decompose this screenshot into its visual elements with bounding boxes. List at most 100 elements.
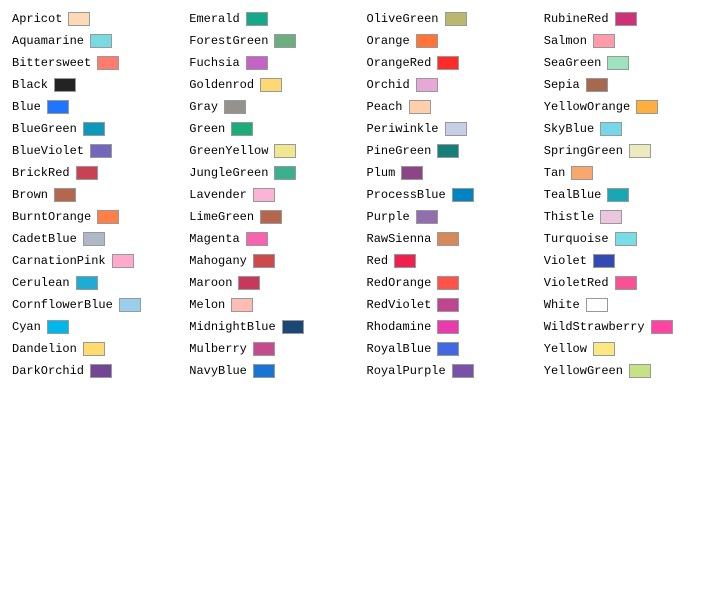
color-name: Brown: [12, 188, 48, 202]
color-name: Rhodamine: [367, 320, 432, 334]
color-item: Gray: [185, 96, 362, 118]
color-item: NavyBlue: [185, 360, 362, 382]
color-swatch: [274, 166, 296, 180]
color-swatch: [253, 188, 275, 202]
color-name: PineGreen: [367, 144, 432, 158]
color-swatch: [90, 34, 112, 48]
color-swatch: [253, 364, 275, 378]
color-name: MidnightBlue: [189, 320, 275, 334]
color-swatch: [238, 276, 260, 290]
color-item: Black: [8, 74, 185, 96]
color-swatch: [445, 12, 467, 26]
color-swatch: [437, 342, 459, 356]
color-swatch: [76, 276, 98, 290]
color-swatch: [416, 34, 438, 48]
color-name: Emerald: [189, 12, 239, 26]
color-item: Bittersweet: [8, 52, 185, 74]
color-item: TealBlue: [540, 184, 717, 206]
color-swatch: [90, 364, 112, 378]
color-swatch: [231, 122, 253, 136]
color-item: Peach: [363, 96, 540, 118]
color-swatch: [97, 210, 119, 224]
color-name: OrangeRed: [367, 56, 432, 70]
color-name: Cerulean: [12, 276, 70, 290]
color-item: Aquamarine: [8, 30, 185, 52]
color-name: TealBlue: [544, 188, 602, 202]
color-name: Bittersweet: [12, 56, 91, 70]
color-item: Green: [185, 118, 362, 140]
color-swatch: [593, 342, 615, 356]
color-swatch: [651, 320, 673, 334]
color-item: BrickRed: [8, 162, 185, 184]
color-name: JungleGreen: [189, 166, 268, 180]
color-name: Fuchsia: [189, 56, 239, 70]
color-swatch: [629, 364, 651, 378]
color-item: OrangeRed: [363, 52, 540, 74]
color-name: SeaGreen: [544, 56, 602, 70]
color-item: Plum: [363, 162, 540, 184]
color-name: WildStrawberry: [544, 320, 645, 334]
color-item: RoyalPurple: [363, 360, 540, 382]
color-item: Dandelion: [8, 338, 185, 360]
color-item: VioletRed: [540, 272, 717, 294]
color-name: RubineRed: [544, 12, 609, 26]
color-swatch: [437, 56, 459, 70]
color-item: Cerulean: [8, 272, 185, 294]
color-swatch: [54, 188, 76, 202]
color-name: Sepia: [544, 78, 580, 92]
color-swatch: [68, 12, 90, 26]
color-swatch: [47, 320, 69, 334]
color-item: BurntOrange: [8, 206, 185, 228]
color-swatch: [607, 188, 629, 202]
color-name: CornflowerBlue: [12, 298, 113, 312]
color-name: BlueViolet: [12, 144, 84, 158]
color-swatch: [97, 56, 119, 70]
color-name: YellowOrange: [544, 100, 630, 114]
color-item: Brown: [8, 184, 185, 206]
color-item: OliveGreen: [363, 8, 540, 30]
color-name: Violet: [544, 254, 587, 268]
color-item: Lavender: [185, 184, 362, 206]
color-swatch: [416, 78, 438, 92]
color-name: Peach: [367, 100, 403, 114]
color-swatch: [416, 210, 438, 224]
color-name: OliveGreen: [367, 12, 439, 26]
color-name: Blue: [12, 100, 41, 114]
color-item: Yellow: [540, 338, 717, 360]
color-name: BrickRed: [12, 166, 70, 180]
color-swatch: [282, 320, 304, 334]
color-name: Plum: [367, 166, 396, 180]
color-item: Violet: [540, 250, 717, 272]
color-column-3: RubineRedSalmonSeaGreenSepiaYellowOrange…: [540, 8, 717, 382]
color-swatch: [54, 78, 76, 92]
color-item: Melon: [185, 294, 362, 316]
color-name: Thistle: [544, 210, 594, 224]
color-swatch: [586, 78, 608, 92]
color-item: Periwinkle: [363, 118, 540, 140]
color-swatch: [452, 364, 474, 378]
color-swatch: [437, 320, 459, 334]
color-swatch: [437, 298, 459, 312]
color-swatch: [593, 254, 615, 268]
color-name: Red: [367, 254, 389, 268]
color-swatch: [600, 210, 622, 224]
color-item: GreenYellow: [185, 140, 362, 162]
color-swatch: [260, 210, 282, 224]
color-name: White: [544, 298, 580, 312]
color-swatch: [112, 254, 134, 268]
color-name: CadetBlue: [12, 232, 77, 246]
color-swatch: [571, 166, 593, 180]
color-swatch: [629, 144, 651, 158]
color-swatch: [274, 34, 296, 48]
color-item: YellowOrange: [540, 96, 717, 118]
color-swatch: [586, 298, 608, 312]
color-name: SpringGreen: [544, 144, 623, 158]
color-swatch: [231, 298, 253, 312]
color-item: Goldenrod: [185, 74, 362, 96]
color-name: Magenta: [189, 232, 239, 246]
color-name: Goldenrod: [189, 78, 254, 92]
color-item: Magenta: [185, 228, 362, 250]
color-item: SpringGreen: [540, 140, 717, 162]
color-swatch: [437, 144, 459, 158]
color-name: BurntOrange: [12, 210, 91, 224]
